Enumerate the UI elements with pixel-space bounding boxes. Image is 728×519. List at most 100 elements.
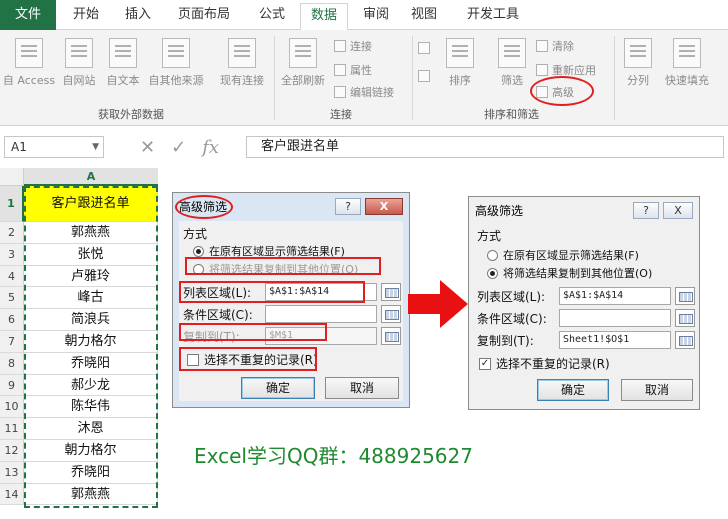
- tab-page-layout[interactable]: 页面布局: [172, 0, 236, 30]
- unique-records-checkbox[interactable]: 选择不重复的记录(R): [187, 351, 318, 368]
- name-box-value: A1: [11, 140, 27, 154]
- cancel-button[interactable]: 取消: [325, 377, 399, 399]
- range-picker-icon[interactable]: [381, 283, 401, 301]
- cancel-icon[interactable]: ✕: [140, 137, 155, 158]
- table-cell[interactable]: 朝力格尔: [24, 440, 158, 462]
- tab-review[interactable]: 审阅: [356, 0, 396, 30]
- header-cell[interactable]: 客户跟进名单: [24, 186, 158, 222]
- close-button[interactable]: X: [663, 202, 693, 219]
- table-cell[interactable]: 郭燕燕: [24, 222, 158, 244]
- text-to-columns-button[interactable]: 分列: [618, 38, 658, 88]
- help-button[interactable]: ?: [335, 198, 361, 215]
- table-cell[interactable]: 张悦: [24, 243, 158, 266]
- mode-section-label: 方式: [477, 229, 502, 243]
- list-range-input[interactable]: $A$1:$A$14: [559, 287, 671, 305]
- table-cell[interactable]: 朝力格尔: [24, 331, 158, 353]
- table-cell[interactable]: 沐恩: [24, 418, 158, 440]
- from-web-button[interactable]: 自网站: [58, 38, 100, 88]
- tab-home[interactable]: 开始: [64, 0, 108, 30]
- table-cell[interactable]: 卢雅玲: [24, 265, 158, 288]
- connections-button[interactable]: 连接: [334, 38, 372, 54]
- row-header[interactable]: 10: [0, 396, 24, 419]
- highlight-ellipse: [530, 76, 594, 106]
- row-header[interactable]: 9: [0, 374, 24, 397]
- radio-filter-in-place[interactable]: 在原有区域显示筛选结果(F): [193, 243, 345, 259]
- table-cell[interactable]: 陈华伟: [24, 396, 158, 419]
- flash-fill-button[interactable]: 快速填充: [660, 38, 714, 88]
- table-cell[interactable]: 峰古: [24, 287, 158, 310]
- edit-links-button[interactable]: 编辑链接: [334, 84, 394, 100]
- from-text-button[interactable]: 自文本: [102, 38, 144, 88]
- range-picker-icon[interactable]: [675, 287, 695, 305]
- unique-records-checkbox[interactable]: ✓ 选择不重复的记录(R): [479, 355, 610, 372]
- row-header[interactable]: 6: [0, 309, 24, 331]
- help-button[interactable]: ?: [633, 202, 659, 219]
- radio-copy-to-location[interactable]: 将筛选结果复制到其他位置(O): [487, 265, 652, 281]
- table-cell[interactable]: 乔晓阳: [24, 352, 158, 375]
- criteria-range-input[interactable]: [559, 309, 671, 327]
- close-button[interactable]: X: [365, 198, 403, 215]
- cancel-button[interactable]: 取消: [621, 379, 693, 401]
- filter-button[interactable]: 筛选: [494, 38, 530, 88]
- formula-input[interactable]: 客户跟进名单: [246, 136, 724, 158]
- ok-button[interactable]: 确定: [537, 379, 609, 401]
- properties-button[interactable]: 属性: [334, 62, 372, 78]
- qq-group-caption: Excel学习QQ群：488925627: [194, 444, 473, 468]
- row-header[interactable]: 4: [0, 265, 24, 288]
- ribbon-data: 自 Access 自网站 自文本 自其他来源 现有连接 获取外部数据 全部刷新 …: [0, 30, 728, 126]
- from-web-label: 自网站: [62, 74, 96, 87]
- range-picker-icon[interactable]: [675, 309, 695, 327]
- radio-filter-in-place[interactable]: 在原有区域显示筛选结果(F): [487, 247, 639, 263]
- row-header[interactable]: 3: [0, 243, 24, 266]
- tab-view[interactable]: 视图: [404, 0, 444, 30]
- copy-to-input[interactable]: $M$1: [265, 327, 377, 345]
- connections-label: 连接: [350, 40, 372, 53]
- tab-developer[interactable]: 开发工具: [460, 0, 526, 30]
- ok-button[interactable]: 确定: [241, 377, 315, 399]
- row-header[interactable]: 1: [0, 186, 24, 222]
- table-cell[interactable]: 乔晓阳: [24, 461, 158, 484]
- sort-button[interactable]: 排序: [442, 38, 478, 88]
- sort-za-button[interactable]: [418, 70, 430, 82]
- table-cell[interactable]: 郭燕燕: [24, 483, 158, 506]
- sort-az-button[interactable]: [418, 42, 430, 54]
- select-all-corner[interactable]: [0, 168, 24, 186]
- refresh-icon: [289, 38, 317, 68]
- row-header[interactable]: 12: [0, 440, 24, 462]
- row-header[interactable]: 8: [0, 352, 24, 375]
- row-header[interactable]: 2: [0, 222, 24, 244]
- tab-formulas[interactable]: 公式: [250, 0, 294, 30]
- tab-file[interactable]: 文件: [0, 0, 56, 30]
- insert-function-icon[interactable]: fx: [202, 137, 219, 158]
- tab-insert[interactable]: 插入: [116, 0, 160, 30]
- range-picker-icon[interactable]: [381, 327, 401, 345]
- row-header[interactable]: 7: [0, 331, 24, 353]
- group-divider: [412, 36, 413, 120]
- list-range-input[interactable]: $A$1:$A$14: [265, 283, 377, 301]
- table-cell[interactable]: 简浪兵: [24, 309, 158, 331]
- sort-label: 排序: [449, 74, 471, 87]
- range-picker-icon[interactable]: [675, 331, 695, 349]
- clear-button[interactable]: 清除: [536, 38, 574, 54]
- row-header[interactable]: 13: [0, 461, 24, 484]
- from-other-sources-button[interactable]: 自其他来源: [144, 38, 208, 88]
- row-header[interactable]: 14: [0, 483, 24, 506]
- refresh-all-button[interactable]: 全部刷新: [278, 38, 328, 88]
- name-box[interactable]: A1 ▼: [4, 136, 104, 158]
- row-header[interactable]: 5: [0, 287, 24, 310]
- row-header[interactable]: 11: [0, 418, 24, 440]
- chevron-down-icon[interactable]: ▼: [92, 137, 99, 157]
- table-cell[interactable]: 郝少龙: [24, 374, 158, 397]
- copy-to-label: 复制到(T):: [183, 329, 240, 344]
- properties-label: 属性: [350, 64, 372, 77]
- column-header-a[interactable]: A: [24, 168, 158, 186]
- existing-connections-button[interactable]: 现有连接: [214, 38, 270, 88]
- radio-copy-to-location[interactable]: 将筛选结果复制到其他位置(O): [193, 261, 358, 277]
- copy-to-input[interactable]: Sheet1!$O$1: [559, 331, 671, 349]
- criteria-range-input[interactable]: [265, 305, 377, 323]
- tab-data[interactable]: 数据: [300, 3, 348, 31]
- range-picker-icon[interactable]: [381, 305, 401, 323]
- enter-icon[interactable]: ✓: [171, 137, 186, 158]
- text-to-columns-label: 分列: [627, 74, 649, 87]
- from-access-button[interactable]: 自 Access: [2, 38, 56, 88]
